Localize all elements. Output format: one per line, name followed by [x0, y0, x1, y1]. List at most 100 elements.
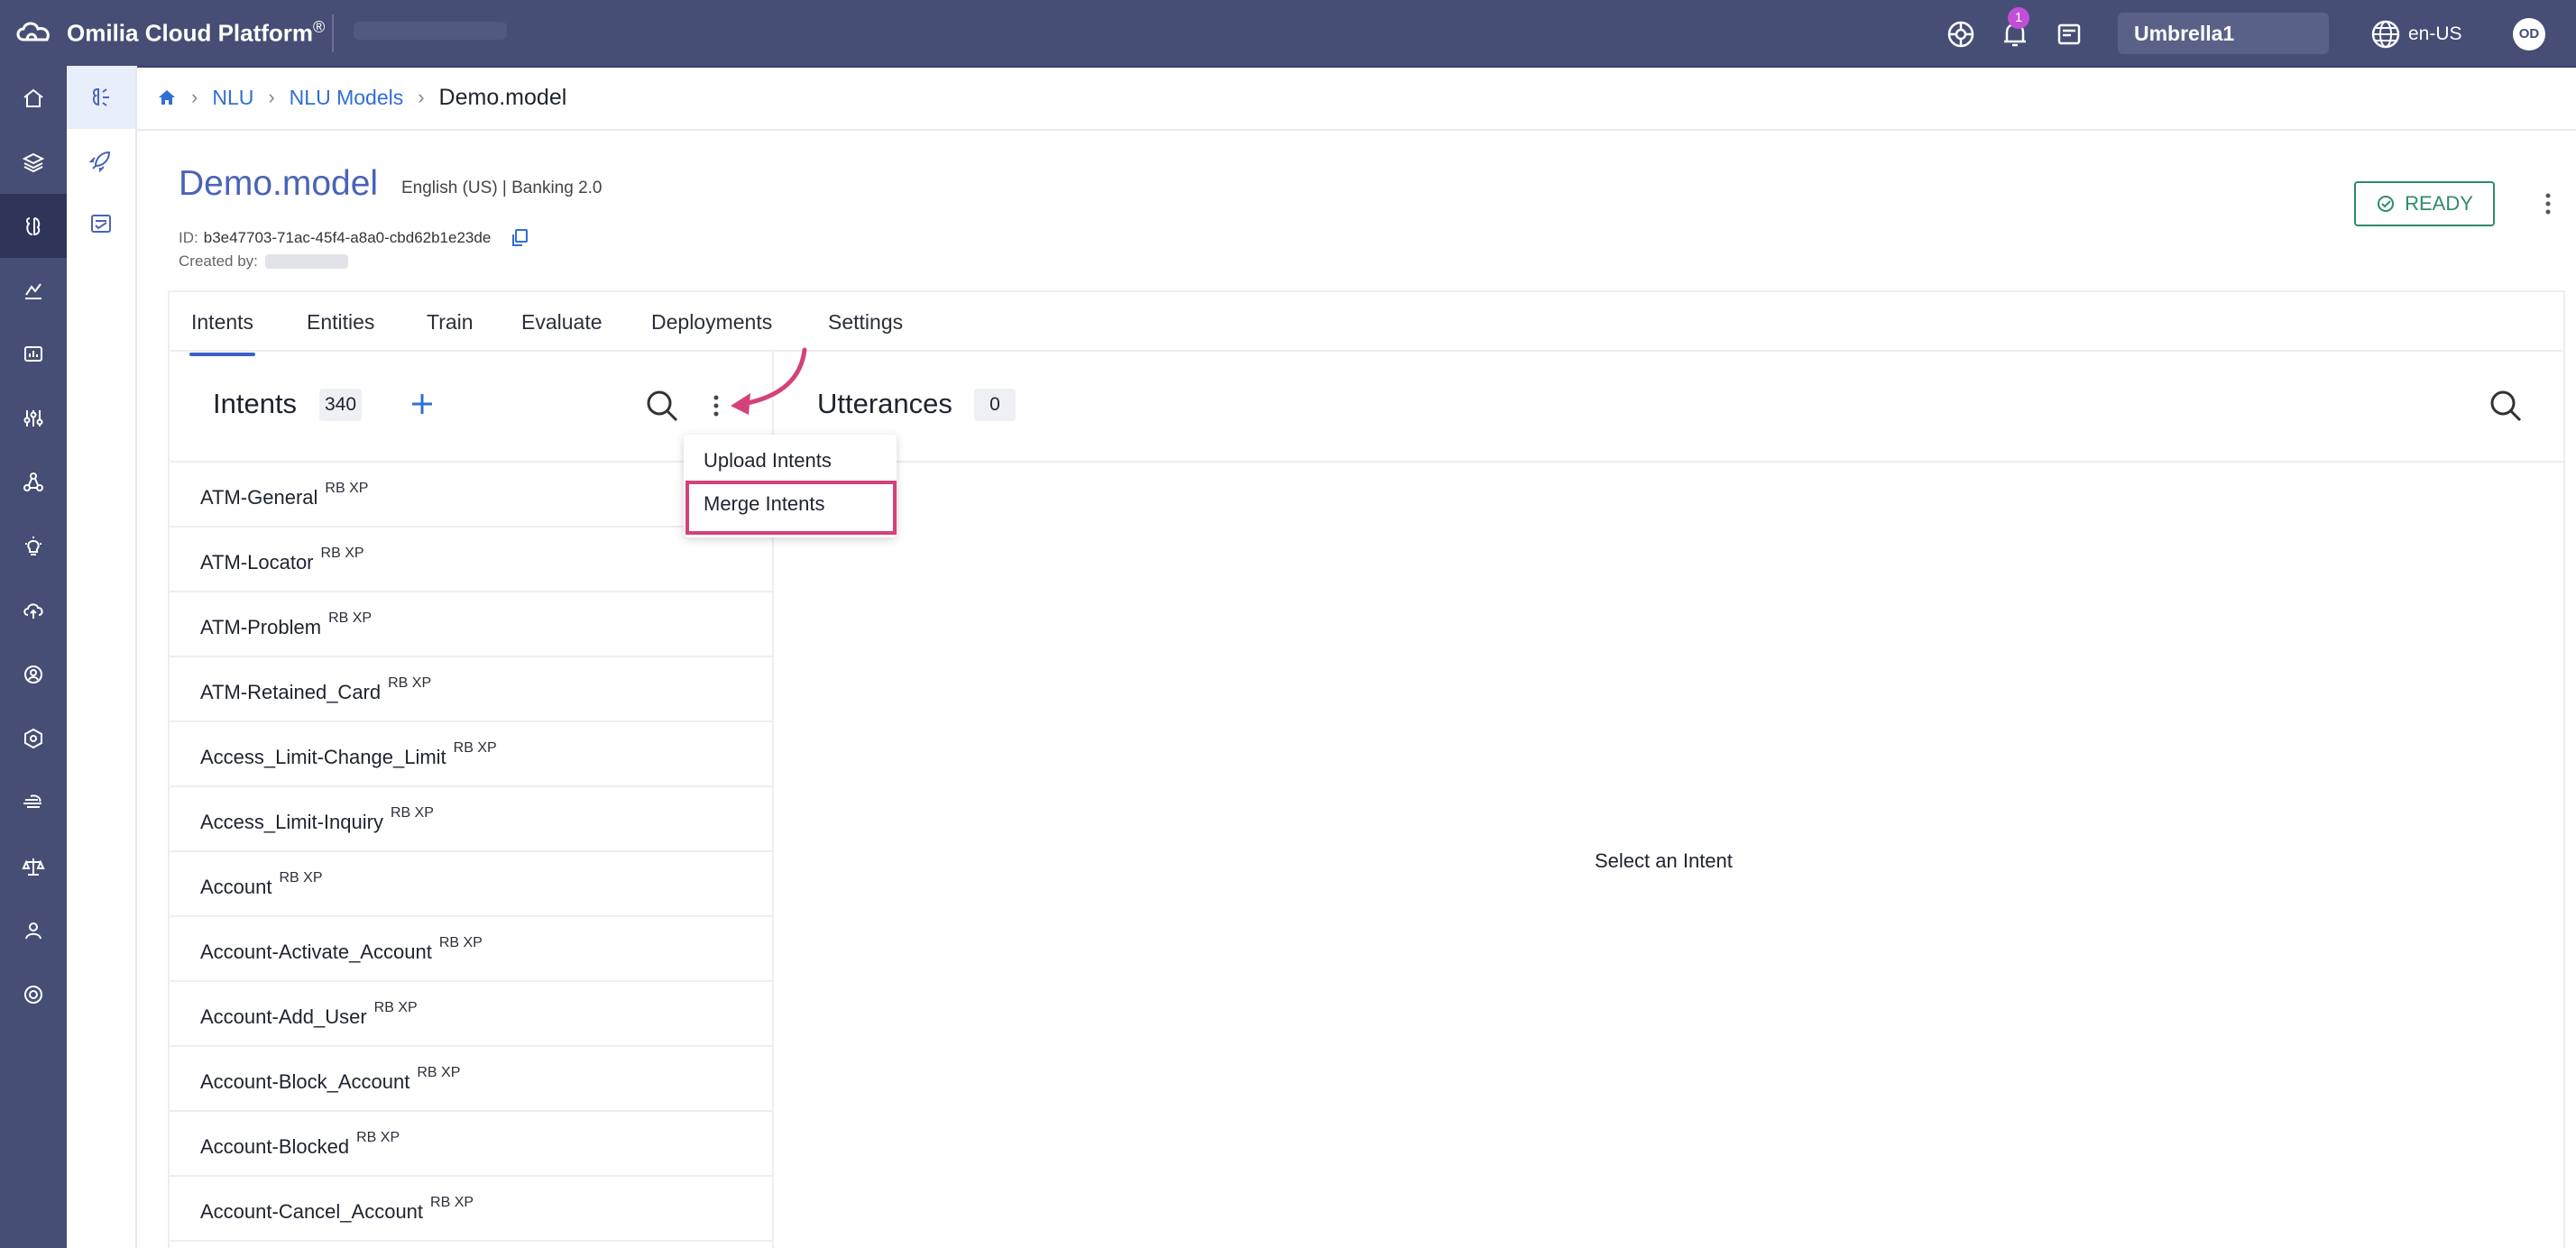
- nav-speed[interactable]: [0, 770, 67, 834]
- nav-sliders[interactable]: [0, 386, 67, 450]
- tab-entities[interactable]: Entities: [307, 310, 374, 335]
- intent-name: Account-Block_Account: [200, 1070, 410, 1093]
- created-by-label: Created by:: [179, 252, 258, 270]
- breadcrumb-home-icon[interactable]: [157, 87, 177, 107]
- page-title: Demo.model: [179, 164, 379, 203]
- nav-home[interactable]: [0, 66, 67, 130]
- intent-tag: RB XP: [328, 610, 373, 626]
- menu-upload-intents[interactable]: Upload Intents: [684, 440, 897, 482]
- intent-tag: RB XP: [388, 675, 432, 691]
- nav-dashboard[interactable]: [0, 322, 67, 386]
- search-intents-icon[interactable]: [644, 388, 680, 424]
- support-icon: [24, 985, 42, 1004]
- subnav-deploy[interactable]: [67, 129, 135, 192]
- nav-cloud[interactable]: [0, 578, 67, 642]
- intent-tag: RB XP: [390, 805, 434, 821]
- tab-settings[interactable]: Settings: [828, 310, 903, 335]
- tab-deployments[interactable]: Deployments: [651, 310, 772, 335]
- tab-evaluate[interactable]: Evaluate: [521, 310, 603, 335]
- intent-list: ATM-General RB XP ATM-Locator RB XP ATM-Pr…: [170, 463, 772, 1242]
- dashboard-icon: [24, 345, 42, 362]
- checklist-icon: [91, 215, 111, 233]
- rocket-icon: [88, 151, 111, 173]
- merge-intents-highlight: [685, 481, 897, 535]
- subnav-models[interactable]: [67, 66, 135, 129]
- intent-row[interactable]: Account-Add_User RB XP: [170, 982, 772, 1047]
- nav-users[interactable]: [0, 642, 67, 706]
- intent-name: Access_Limit-Change_Limit: [200, 746, 446, 768]
- intent-name: ATM-General: [200, 486, 318, 509]
- intent-row[interactable]: ATM-Locator RB XP: [170, 528, 772, 592]
- intent-row[interactable]: Account-Blocked RB XP: [170, 1112, 772, 1177]
- home-icon: [23, 88, 43, 107]
- intent-row[interactable]: Account-Cancel_Account RB XP: [170, 1177, 772, 1242]
- nav-nlu[interactable]: [0, 194, 67, 258]
- nav-support[interactable]: [0, 962, 67, 1026]
- omilia-logo-icon[interactable]: [14, 18, 54, 49]
- nav-network[interactable]: [0, 450, 67, 514]
- brain-icon: [92, 88, 109, 106]
- nav-analytics[interactable]: [0, 258, 67, 322]
- user-avatar[interactable]: OD: [2513, 18, 2545, 50]
- tab-intents[interactable]: Intents: [189, 310, 256, 356]
- add-intent-button[interactable]: [408, 390, 437, 418]
- intent-tag: RB XP: [279, 870, 323, 886]
- nav-ideas[interactable]: [0, 514, 67, 578]
- status-badge[interactable]: READY: [2354, 181, 2495, 226]
- intent-row[interactable]: ATM-Problem RB XP: [170, 592, 772, 657]
- breadcrumb-nlu-models[interactable]: NLU Models: [290, 86, 404, 110]
- app-brand[interactable]: Omilia Cloud Platform®: [67, 18, 325, 48]
- notification-badge: 1: [2008, 7, 2029, 29]
- intent-row[interactable]: Access_Limit-Inquiry RB XP: [170, 787, 772, 852]
- utterances-count: 0: [974, 389, 1016, 421]
- chevron-right-icon: ›: [418, 86, 425, 108]
- user-icon: [25, 922, 41, 939]
- left-navigation: [0, 66, 67, 1248]
- model-id-line: ID: b3e47703-71ac-45f4-a8a0-cbd62b1e23de: [179, 227, 530, 249]
- nlu-icon: [26, 216, 41, 235]
- subnav-reports[interactable]: [67, 192, 135, 255]
- created-by-value-redacted: [264, 254, 348, 269]
- breadcrumb-nlu[interactable]: NLU: [212, 86, 253, 110]
- settings-wheel-icon[interactable]: [1945, 18, 1977, 50]
- intent-row[interactable]: Account-Activate_Account RB XP: [170, 917, 772, 982]
- nav-hexagon[interactable]: [0, 706, 67, 770]
- created-by-line: Created by:: [179, 252, 348, 271]
- more-vertical-icon: [2545, 193, 2551, 215]
- sliders-icon: [23, 409, 43, 427]
- notes-icon[interactable]: [2053, 18, 2085, 50]
- nav-balance[interactable]: [0, 834, 67, 898]
- intent-row[interactable]: Access_Limit-Change_Limit RB XP: [170, 722, 772, 787]
- intent-row[interactable]: Account RB XP: [170, 852, 772, 917]
- annotation-arrow-icon: [731, 347, 807, 415]
- intent-row[interactable]: ATM-Retained_Card RB XP: [170, 657, 772, 722]
- model-more-menu-button[interactable]: [2535, 186, 2562, 222]
- intent-tag: RB XP: [430, 1195, 474, 1210]
- analytics-icon: [25, 282, 41, 299]
- users-icon: [24, 665, 42, 684]
- intents-title: Intents: [213, 388, 298, 419]
- intent-name: Account: [200, 876, 272, 898]
- intent-row[interactable]: Account-Block_Account RB XP: [170, 1047, 772, 1112]
- model-id-value: b3e47703-71ac-45f4-a8a0-cbd62b1e23de: [203, 229, 492, 246]
- layers-icon: [22, 152, 45, 172]
- intent-name: Account-Activate_Account: [200, 941, 432, 963]
- intent-row[interactable]: ATM-General RB XP: [170, 463, 772, 528]
- nav-profile[interactable]: [0, 898, 67, 962]
- search-utterances-icon[interactable]: [2488, 388, 2524, 424]
- topbar-divider: [332, 14, 334, 52]
- copy-icon[interactable]: [509, 227, 530, 249]
- intent-name: Access_Limit-Inquiry: [200, 811, 383, 833]
- top-bar: Omilia Cloud Platform® 1 Umbrella1 en-US…: [0, 0, 2576, 68]
- intent-name: Account-Blocked: [200, 1135, 350, 1158]
- tab-bar: Intents Entities Train Evaluate Deployme…: [168, 290, 2565, 356]
- tenant-selector[interactable]: Umbrella1: [2118, 13, 2329, 54]
- nav-layers[interactable]: [0, 130, 67, 194]
- chevron-right-icon: ›: [268, 86, 275, 108]
- breadcrumb: › NLU › NLU Models › Demo.model: [135, 66, 2576, 131]
- balance-icon: [22, 858, 45, 876]
- tab-train[interactable]: Train: [427, 310, 474, 335]
- model-meta: English (US) | Banking 2.0: [401, 179, 603, 197]
- intent-tag: RB XP: [320, 546, 364, 561]
- language-selector[interactable]: en-US: [2370, 18, 2462, 50]
